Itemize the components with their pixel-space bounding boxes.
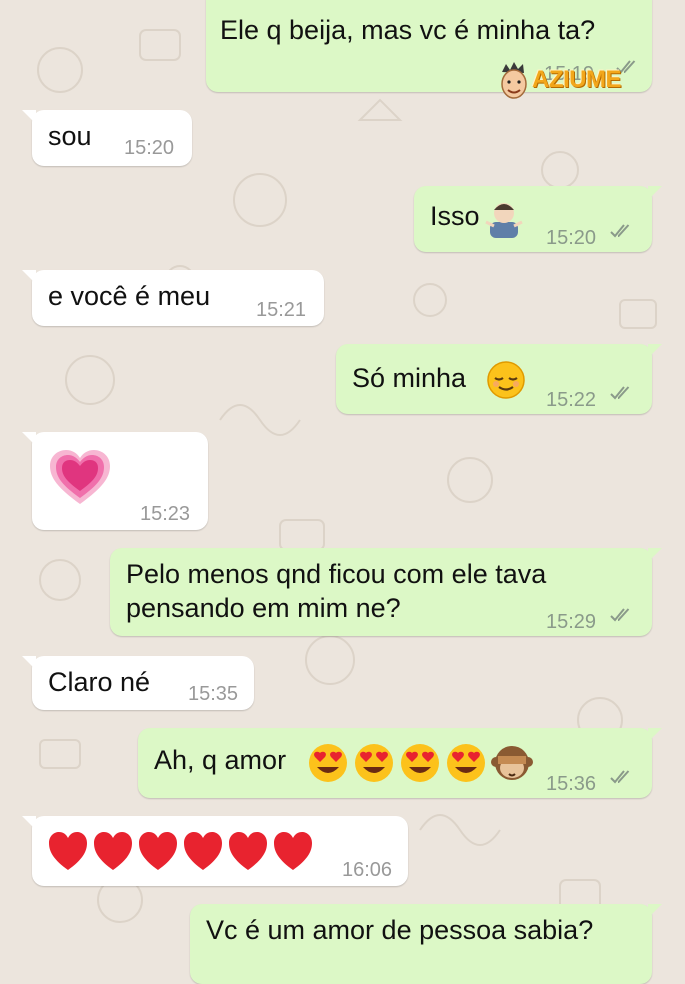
message-outgoing[interactable]: Pelo menos qnd ficou com ele tava pensan… — [110, 548, 662, 636]
watermark-text: AZIUME — [532, 66, 622, 93]
red-hearts-row — [49, 832, 312, 870]
see-no-evil-monkey-icon — [491, 746, 533, 780]
message-text: sou — [48, 121, 92, 151]
red-heart-icon — [49, 832, 87, 870]
message-text: Ele q beija, mas vc é minha ta? — [220, 15, 596, 45]
message-outgoing[interactable]: Ah, q amor 15:36 — [138, 728, 662, 798]
red-heart-icon — [274, 832, 312, 870]
message-text: Isso — [430, 201, 480, 231]
message-text: Vc é um amor de pessoa sabia? — [206, 915, 594, 945]
double-check-icon — [610, 386, 630, 400]
message-incoming[interactable]: 16:06 — [22, 816, 408, 886]
heart-eyes-emoji-row — [309, 744, 533, 782]
message-text: e você é meu — [48, 281, 211, 311]
cartoon-face-icon — [501, 62, 527, 99]
message-time: 15:29 — [546, 611, 597, 633]
growing-heart-icon — [50, 450, 110, 504]
message-time: 15:35 — [188, 683, 239, 705]
message-incoming[interactable]: sou 15:20 — [22, 110, 192, 166]
message-incoming[interactable]: Claro né 15:35 — [22, 656, 254, 710]
message-incoming[interactable]: 15:23 — [22, 432, 208, 530]
message-time: 15:21 — [256, 299, 307, 321]
message-time: 15:36 — [546, 773, 597, 795]
message-text: Ah, q amor — [154, 745, 287, 775]
red-heart-icon — [229, 832, 267, 870]
message-time: 15:23 — [140, 503, 191, 525]
message-outgoing[interactable]: Só minha 15:22 — [336, 344, 662, 414]
heart-eyes-icon — [355, 744, 393, 782]
heart-eyes-icon — [401, 744, 439, 782]
double-check-icon — [610, 224, 630, 238]
heart-eyes-icon — [447, 744, 485, 782]
relieved-face-icon — [487, 361, 525, 399]
person-shrugging-icon — [485, 203, 523, 238]
double-check-icon — [610, 770, 630, 784]
message-incoming[interactable]: e você é meu 15:21 — [22, 270, 324, 326]
message-time: 15:20 — [124, 137, 175, 159]
message-time: 15:20 — [546, 227, 597, 249]
message-time: 16:06 — [342, 859, 393, 881]
red-heart-icon — [184, 832, 222, 870]
red-heart-icon — [94, 832, 132, 870]
message-text-line1: Pelo menos qnd ficou com ele tava — [126, 559, 547, 589]
message-text-line2: pensando em mim ne? — [126, 593, 401, 623]
message-time: 15:22 — [546, 389, 597, 411]
double-check-icon — [610, 608, 630, 622]
message-text: Claro né — [48, 667, 151, 697]
watermark-logo: AZIUME — [496, 60, 646, 104]
message-outgoing[interactable]: Vc é um amor de pessoa sabia? — [190, 904, 662, 984]
red-heart-icon — [139, 832, 177, 870]
message-text: Só minha — [352, 363, 467, 393]
message-outgoing[interactable]: Isso 15:20 — [414, 186, 662, 252]
heart-eyes-icon — [309, 744, 347, 782]
